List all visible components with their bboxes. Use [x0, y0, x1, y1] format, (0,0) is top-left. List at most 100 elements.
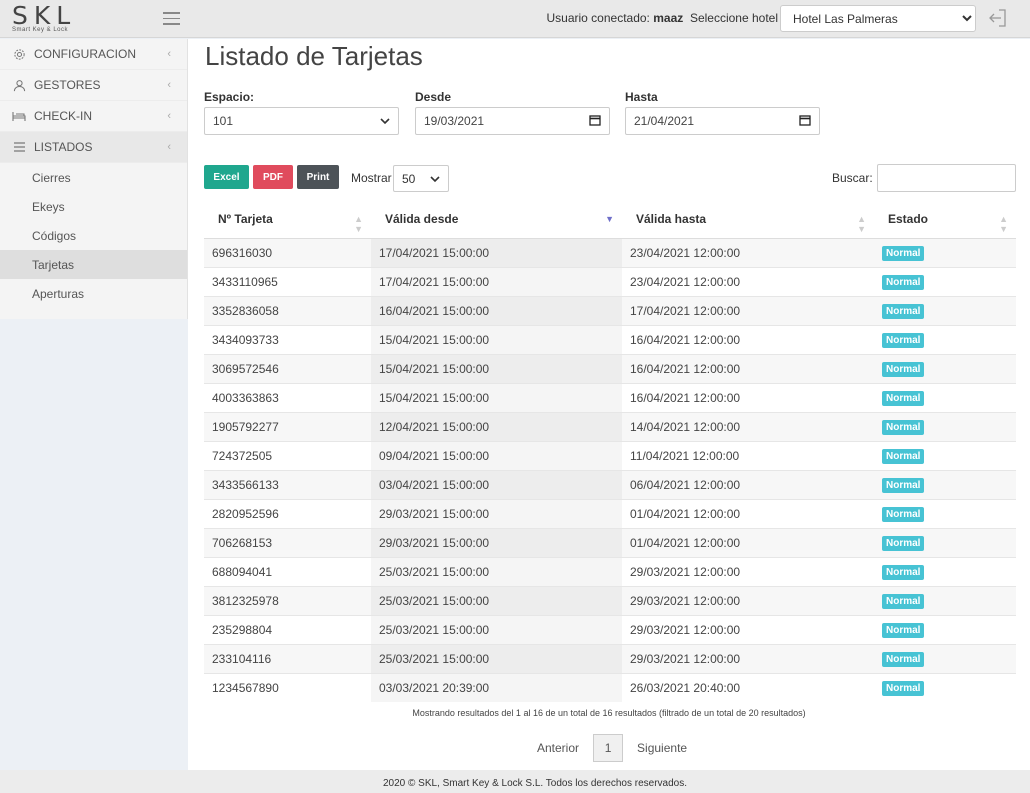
sidebar-item-gestores[interactable]: GESTORES ‹: [0, 70, 187, 101]
sidebar-item-label: CHECK-IN: [34, 109, 93, 123]
cell-valida-desde: 29/03/2021 15:00:00: [371, 527, 622, 557]
hasta-date-input[interactable]: 21/04/2021: [625, 107, 820, 135]
skl-logo[interactable]: SKL Smart Key & Lock: [12, 3, 102, 35]
hotel-label: Seleccione hotel: [689, 11, 778, 25]
hotel-select[interactable]: Hotel Las Palmeras: [780, 5, 976, 32]
chevron-left-icon: ‹: [167, 48, 171, 60]
sidebar-item-label: LISTADOS: [34, 140, 93, 154]
cell-estado: Normal: [874, 498, 1016, 528]
cell-estado: Normal: [874, 672, 1016, 702]
column-header-tarjeta[interactable]: Nº Tarjeta ▲ ▼: [204, 200, 371, 239]
mostrar-label: Mostrar: [351, 171, 392, 185]
sidebar-subitem-codigos[interactable]: Códigos: [0, 221, 187, 250]
page-length-select[interactable]: 50: [393, 165, 449, 192]
page-number-button[interactable]: 1: [593, 734, 624, 762]
table-row: 3812325978 25/03/2021 15:00:00 29/03/2021 …: [204, 585, 1016, 615]
table-row: 3434093733 15/04/2021 15:00:00 16/04/2021 …: [204, 324, 1016, 354]
status-badge: Normal: [882, 593, 925, 609]
cell-valida-desde: 16/04/2021 15:00:00: [371, 295, 622, 325]
chevron-left-icon: ‹: [167, 141, 171, 153]
table-row: 696316030 17/04/2021 15:00:00 23/04/2021 1…: [204, 237, 1016, 267]
main-content: Listado de Tarjetas Espacio: 101 Desde 1…: [188, 39, 1030, 770]
sidebar-subitem-cierres[interactable]: Cierres: [0, 163, 187, 192]
cell-estado: Normal: [874, 440, 1016, 470]
espacio-select[interactable]: 101: [204, 107, 399, 135]
cell-valida-hasta: 23/04/2021 12:00:00: [622, 237, 874, 267]
bed-icon: [12, 109, 26, 123]
logout-icon[interactable]: [988, 8, 1008, 28]
table-row: 2820952596 29/03/2021 15:00:00 01/04/2021 …: [204, 498, 1016, 528]
cell-valida-desde: 25/03/2021 15:00:00: [371, 614, 622, 644]
desde-date-input[interactable]: 19/03/2021: [415, 107, 610, 135]
cell-valida-desde: 15/04/2021 15:00:00: [371, 382, 622, 412]
cell-valida-hasta: 16/04/2021 12:00:00: [622, 353, 874, 383]
filter-desde: Desde 19/03/2021: [415, 90, 610, 135]
buscar-label: Buscar:: [832, 171, 873, 185]
cell-tarjeta: 724372505: [204, 440, 371, 470]
sidebar-item-check-in[interactable]: CHECK-IN ‹: [0, 101, 187, 132]
cell-estado: Normal: [874, 527, 1016, 557]
status-badge: Normal: [882, 361, 925, 377]
cell-tarjeta: 4003363863: [204, 382, 371, 412]
status-badge: Normal: [882, 622, 925, 638]
status-badge: Normal: [882, 274, 925, 290]
cell-valida-hasta: 29/03/2021 12:00:00: [622, 556, 874, 586]
calendar-icon[interactable]: [799, 114, 811, 129]
tarjetas-table: Nº Tarjeta ▲ ▼ Válida desde ▼ Válida hasta ▲…: [204, 200, 1016, 702]
status-badge: Normal: [882, 477, 925, 493]
top-bar: SKL Smart Key & Lock Usuario conectado: …: [0, 0, 1030, 38]
next-page-button[interactable]: Siguiente: [637, 741, 687, 755]
footer: 2020 © SKL, Smart Key & Lock S.L. Todos …: [0, 770, 1030, 793]
sidebar-item-label: CONFIGURACION: [34, 47, 136, 61]
hasta-value: 21/04/2021: [634, 114, 695, 128]
sidebar-item-configuracion[interactable]: CONFIGURACION ‹: [0, 39, 187, 70]
column-header-valida-hasta[interactable]: Válida hasta ▲ ▼: [622, 200, 874, 239]
cell-valida-hasta: 29/03/2021 12:00:00: [622, 585, 874, 615]
cell-tarjeta: 696316030: [204, 237, 371, 267]
cell-valida-hasta: 11/04/2021 12:00:00: [622, 440, 874, 470]
column-header-valida-desde[interactable]: Válida desde ▼: [371, 200, 622, 239]
prev-page-button[interactable]: Anterior: [537, 741, 579, 755]
sort-icon: ▲ ▼: [354, 214, 363, 234]
espacio-label: Espacio:: [204, 90, 255, 104]
status-badge: Normal: [882, 506, 925, 522]
page-length-value: 50: [402, 171, 416, 186]
print-button[interactable]: Print: [297, 165, 339, 189]
search-input[interactable]: [877, 164, 1016, 192]
status-badge: Normal: [882, 448, 925, 464]
cell-tarjeta: 688094041: [204, 556, 371, 586]
cell-tarjeta: 2820952596: [204, 498, 371, 528]
column-header-estado[interactable]: Estado ▲ ▼: [874, 200, 1016, 239]
desde-label: Desde: [415, 90, 452, 104]
menu-toggle-icon[interactable]: [163, 12, 180, 26]
status-badge: Normal: [882, 680, 925, 696]
gear-icon: [12, 47, 26, 61]
pdf-button[interactable]: PDF: [253, 165, 293, 189]
table-row: 3069572546 15/04/2021 15:00:00 16/04/2021 …: [204, 353, 1016, 383]
user-icon: [12, 78, 26, 92]
excel-button[interactable]: Excel: [204, 165, 249, 189]
cell-valida-desde: 17/04/2021 15:00:00: [371, 266, 622, 296]
status-badge: Normal: [882, 332, 925, 348]
cell-valida-hasta: 01/04/2021 12:00:00: [622, 527, 874, 557]
cell-tarjeta: 3352836058: [204, 295, 371, 325]
cell-estado: Normal: [874, 295, 1016, 325]
cell-tarjeta: 3433110965: [204, 266, 371, 296]
cell-valida-desde: 15/04/2021 15:00:00: [371, 324, 622, 354]
cell-valida-desde: 25/03/2021 15:00:00: [371, 585, 622, 615]
user-name: maaz: [653, 11, 684, 25]
sidebar-subitem-aperturas[interactable]: Aperturas: [0, 279, 187, 308]
sidebar-item-listados[interactable]: LISTADOS ‹: [0, 132, 187, 163]
sidebar: CONFIGURACION ‹ GESTORES ‹ CHECK-IN ‹ LI…: [0, 39, 188, 319]
table-body: 696316030 17/04/2021 15:00:00 23/04/2021 1…: [204, 237, 1016, 702]
page-title: Listado de Tarjetas: [205, 41, 423, 71]
listados-submenu: Cierres Ekeys Códigos Tarjetas Aperturas: [0, 163, 187, 308]
cell-valida-hasta: 26/03/2021 20:40:00: [622, 672, 874, 702]
sidebar-subitem-tarjetas[interactable]: Tarjetas: [0, 250, 187, 279]
sidebar-subitem-ekeys[interactable]: Ekeys: [0, 192, 187, 221]
cell-tarjeta: 1905792277: [204, 411, 371, 441]
cell-estado: Normal: [874, 643, 1016, 673]
hasta-label: Hasta: [625, 90, 658, 104]
calendar-icon[interactable]: [589, 114, 601, 129]
user-label: Usuario conectado:: [546, 11, 650, 25]
